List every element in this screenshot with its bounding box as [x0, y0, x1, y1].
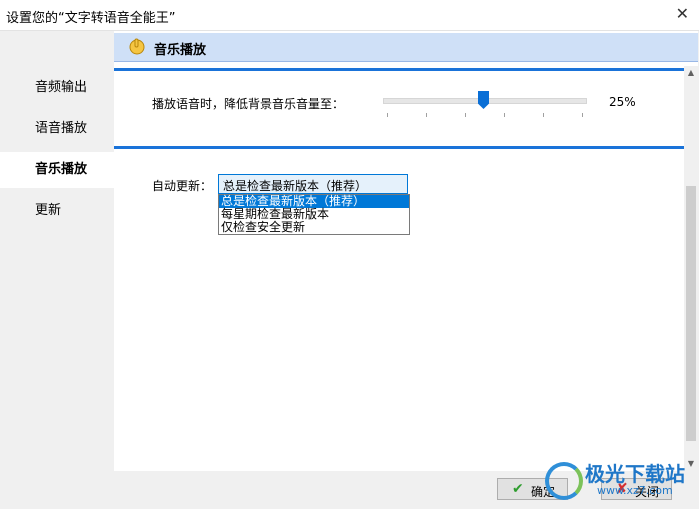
auto-update-label: 自动更新： [152, 179, 213, 193]
sidebar: 音频输出 语音播放 音乐播放 更新 [0, 31, 114, 471]
divider [114, 68, 684, 71]
checkmark-icon: ✔ [512, 481, 524, 497]
volume-value: 25% [609, 95, 636, 109]
sidebar-item-label: 语音播放 [35, 121, 88, 136]
sidebar-item-label: 音乐播放 [35, 162, 88, 177]
close-icon[interactable]: ✕ [676, 4, 689, 23]
slider-tick [504, 113, 505, 117]
chevron-down-icon[interactable]: ⌵ [223, 177, 401, 188]
slider-tick [465, 113, 466, 117]
divider [114, 146, 684, 149]
sidebar-item-audio-output[interactable]: 音频输出 [0, 70, 114, 106]
slider-tick [426, 113, 427, 117]
scrollbar[interactable]: ▲ ▼ [684, 66, 698, 471]
auto-update-select[interactable]: 总是检查最新版本（推荐） ⌵ [218, 174, 408, 194]
volume-label: 播放语音时，降低背景音乐音量至： [152, 97, 345, 111]
settings-panel: 音乐播放 播放语音时，降低背景音乐音量至： 25% 自动更新： 总是检查最新版本… [114, 31, 698, 471]
window-title: 设置您的“文字转语音全能王” [6, 11, 176, 26]
section-title: 音乐播放 [154, 43, 207, 58]
sidebar-item-music-playback[interactable]: 音乐播放 [0, 152, 114, 188]
watermark-logo-icon [545, 462, 583, 500]
sidebar-item-voice-playback[interactable]: 语音播放 [0, 111, 114, 147]
sidebar-item-label: 更新 [35, 203, 62, 218]
auto-update-dropdown: 总是检查最新版本（推荐） 每星期检查最新版本 仅检查安全更新 [218, 194, 410, 235]
section-header: 音乐播放 [114, 33, 698, 62]
watermark: 极光下载站 www.xz7.com [537, 456, 697, 506]
music-hand-icon [129, 38, 145, 55]
scroll-up-icon[interactable]: ▲ [684, 66, 698, 80]
watermark-text: 极光下载站 [585, 462, 685, 486]
scrollbar-thumb[interactable] [686, 186, 696, 441]
slider-tick [582, 113, 583, 117]
dropdown-option[interactable]: 仅检查安全更新 [219, 221, 409, 234]
slider-tick [387, 113, 388, 117]
watermark-url: www.xz7.com [597, 484, 673, 497]
sidebar-item-update[interactable]: 更新 [0, 193, 114, 229]
sidebar-item-label: 音频输出 [35, 80, 88, 95]
title-bar: 设置您的“文字转语音全能王” ✕ [0, 0, 699, 31]
volume-slider-thumb[interactable] [478, 91, 489, 109]
slider-tick [543, 113, 544, 117]
